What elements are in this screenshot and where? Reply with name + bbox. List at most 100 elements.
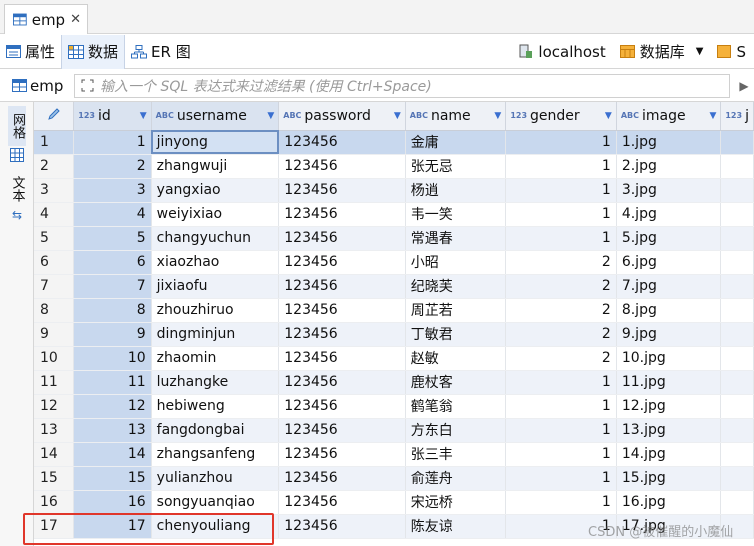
cell-gender[interactable]: 1 [505,466,617,491]
cell-gender[interactable]: 1 [505,490,617,515]
cell-id[interactable]: 6 [73,250,152,275]
tab-er-diagram[interactable]: ER 图 [125,35,197,69]
cell-password[interactable]: 123456 [278,418,406,443]
row-number-cell[interactable]: 15 [34,466,75,491]
cell-gender[interactable]: 1 [505,154,617,179]
cell-id[interactable]: 14 [73,442,152,467]
tab-properties[interactable]: 属性 [0,35,61,69]
cell-gender[interactable]: 2 [505,298,617,323]
apply-filter-icon[interactable]: ▶ [734,79,754,93]
cell-password[interactable]: 123456 [278,490,406,515]
cell-username[interactable]: zhouzhiruo [151,298,280,323]
cell-j[interactable] [720,154,754,179]
cell-username[interactable]: songyuanqiao [151,490,280,515]
table-row[interactable]: 1 1 jinyong 123456 金庸 1 1.jpg [34,130,754,155]
table-row[interactable]: 8 8 zhouzhiruo 123456 周芷若 2 8.jpg [34,298,754,323]
cell-id[interactable]: 17 [73,514,152,539]
cell-password[interactable]: 123456 [278,394,406,419]
cell-gender[interactable]: 1 [505,418,617,443]
cell-password[interactable]: 123456 [278,370,406,395]
editor-tab-emp[interactable]: emp ✕ [4,4,88,34]
cell-name[interactable]: 杨逍 [405,178,507,203]
cell-name[interactable]: 方东白 [405,418,507,443]
cell-j[interactable] [720,418,754,443]
cell-username[interactable]: changyuchun [151,226,280,251]
cell-password[interactable]: 123456 [278,202,406,227]
cell-gender[interactable]: 2 [505,346,617,371]
cell-id[interactable]: 10 [73,346,152,371]
cell-id[interactable]: 4 [73,202,152,227]
sort-caret-icon[interactable]: ▼ [494,111,501,121]
cell-username[interactable]: luzhangke [151,370,280,395]
tab-data[interactable]: 数据 [61,34,126,69]
cell-j[interactable] [720,298,754,323]
cell-password[interactable]: 123456 [278,154,406,179]
cell-name[interactable]: 张无忌 [405,154,507,179]
cell-gender[interactable]: 1 [505,394,617,419]
cell-name[interactable]: 常遇春 [405,226,507,251]
cell-image[interactable]: 9.jpg [616,322,722,347]
cell-name[interactable]: 鹤笔翁 [405,394,507,419]
cell-username[interactable]: yangxiao [151,178,280,203]
cell-name[interactable]: 俞莲舟 [405,466,507,491]
row-number-cell[interactable]: 3 [34,178,75,203]
cell-image[interactable]: 8.jpg [616,298,722,323]
cell-gender[interactable]: 2 [505,322,617,347]
column-header-id[interactable]: 123 id ▼ [73,102,152,131]
cell-gender[interactable]: 1 [505,226,617,251]
row-number-cell[interactable]: 13 [34,418,75,443]
cell-image[interactable]: 11.jpg [616,370,722,395]
sort-caret-icon[interactable]: ▼ [605,111,612,121]
cell-name[interactable]: 周芷若 [405,298,507,323]
column-header-gender[interactable]: 123 gender ▼ [505,102,617,131]
cell-id[interactable]: 8 [73,298,152,323]
grid-view-icon[interactable] [8,148,26,162]
row-number-cell[interactable]: 8 [34,298,75,323]
cell-j[interactable] [720,346,754,371]
cell-username[interactable]: fangdongbai [151,418,280,443]
cell-id[interactable]: 12 [73,394,152,419]
cell-j[interactable] [720,370,754,395]
table-row[interactable]: 11 11 luzhangke 123456 鹿杖客 1 11.jpg [34,370,754,395]
cell-image[interactable]: 13.jpg [616,418,722,443]
row-number-cell[interactable]: 16 [34,490,75,515]
cell-username[interactable]: xiaozhao [151,250,280,275]
cell-id[interactable]: 9 [73,322,152,347]
cell-name[interactable]: 丁敏君 [405,322,507,347]
database-selector[interactable]: 数据库 ▼ [619,41,703,62]
cell-id[interactable]: 16 [73,490,152,515]
cell-password[interactable]: 123456 [278,346,406,371]
column-header-image[interactable]: ABC image ▼ [616,102,722,131]
row-number-cell[interactable]: 9 [34,322,75,347]
cell-id[interactable]: 3 [73,178,152,203]
column-header-username[interactable]: ABC username ▼ [151,102,280,131]
row-number-cell[interactable]: 7 [34,274,75,299]
cell-username[interactable]: weiyixiao [151,202,280,227]
cell-image[interactable]: 5.jpg [616,226,722,251]
cell-gender[interactable]: 2 [505,250,617,275]
cell-password[interactable]: 123456 [278,298,406,323]
cell-j[interactable] [720,202,754,227]
connection-selector[interactable]: localhost [519,43,606,61]
table-row[interactable]: 12 12 hebiweng 123456 鹤笔翁 1 12.jpg [34,394,754,419]
table-row[interactable]: 14 14 zhangsanfeng 123456 张三丰 1 14.jpg [34,442,754,467]
row-number-cell[interactable]: 4 [34,202,75,227]
cell-gender[interactable]: 1 [505,202,617,227]
cell-password[interactable]: 123456 [278,322,406,347]
cell-j[interactable] [720,466,754,491]
text-view-icon[interactable]: ⇆ [8,208,26,222]
cell-name[interactable]: 小昭 [405,250,507,275]
table-row[interactable]: 5 5 changyuchun 123456 常遇春 1 5.jpg [34,226,754,251]
cell-username[interactable]: zhangwuji [151,154,280,179]
table-row[interactable]: 2 2 zhangwuji 123456 张无忌 1 2.jpg [34,154,754,179]
table-row[interactable]: 6 6 xiaozhao 123456 小昭 2 6.jpg [34,250,754,275]
cell-username[interactable]: yulianzhou [151,466,280,491]
sort-caret-icon[interactable]: ▼ [140,111,147,121]
cell-j[interactable] [720,226,754,251]
cell-image[interactable]: 14.jpg [616,442,722,467]
cell-name[interactable]: 赵敏 [405,346,507,371]
table-row[interactable]: 3 3 yangxiao 123456 杨逍 1 3.jpg [34,178,754,203]
cell-id[interactable]: 2 [73,154,152,179]
cell-id[interactable]: 11 [73,370,152,395]
cell-password[interactable]: 123456 [278,442,406,467]
